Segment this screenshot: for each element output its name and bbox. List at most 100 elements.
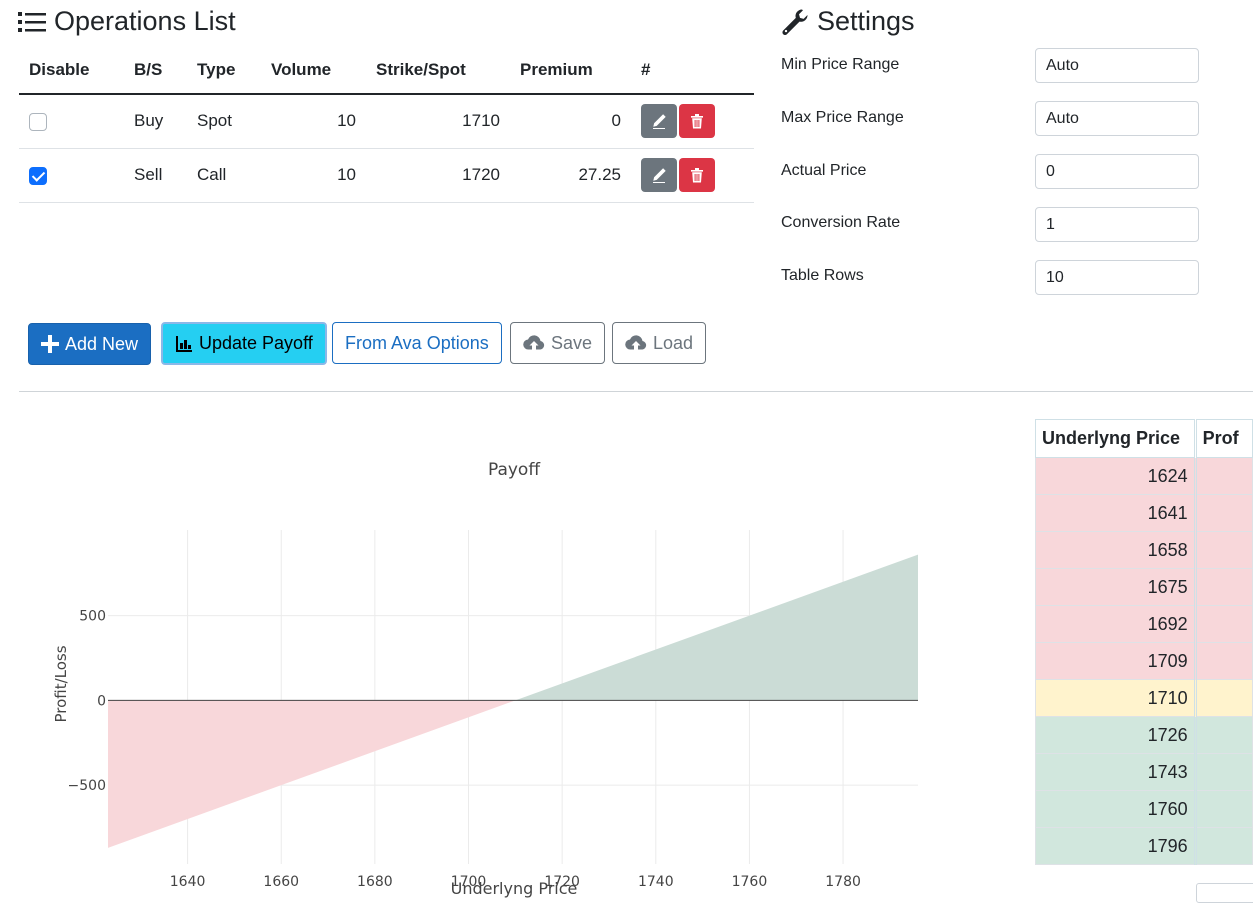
x-tick-label: 1780 [825,874,861,890]
load-button[interactable]: Load [612,322,707,364]
x-tick-label: 1760 [732,874,768,890]
underlying-price-cell: 1675 [1035,568,1196,606]
premium-cell: 0 [510,94,631,149]
actual-price-label: Actual Price [781,162,867,179]
table-rows-label: Table Rows [781,267,864,284]
from-ava-options-label: From Ava Options [345,332,489,353]
operations-title-heading: Operations List [18,6,236,37]
profit-cell [1193,531,1253,569]
edit-button[interactable] [641,104,677,139]
results-row: 1726 [1035,716,1253,754]
underlying-price-cell: 1692 [1035,605,1196,643]
min-price-input[interactable] [1035,48,1199,83]
y-tick-label: −500 [68,778,106,794]
disable-checkbox[interactable] [29,112,47,131]
min-price-label: Min Price Range [781,56,900,73]
results-row: 1641 [1035,494,1253,532]
floating-control[interactable] [1196,883,1253,903]
col-premium: Premium [510,46,631,95]
strike-cell: 1710 [366,94,510,149]
settings-title: Settings [817,6,915,36]
strike-cell: 1720 [366,148,510,203]
bs-cell: Sell [124,148,187,203]
results-row: 1709 [1035,642,1253,680]
profit-cell [1193,457,1253,495]
actual-price-input[interactable] [1035,154,1199,189]
results-row: 1710 [1035,679,1253,717]
x-tick-label: 1640 [170,874,206,890]
profit-area [515,554,918,701]
cloud-download-icon [625,335,647,350]
y-tick-label: 0 [97,693,106,709]
operations-panel: Operations List [18,6,236,37]
x-tick-label: 1680 [357,874,393,890]
profit-cell [1193,679,1253,717]
results-row: 1675 [1035,568,1253,606]
load-label: Load [653,332,694,353]
chart-areas [108,554,918,848]
payoff-results-table: Underlyng Price Prof 1624 1641 1658 1675 169… [1035,419,1253,865]
underlying-price-cell: 1796 [1035,827,1196,865]
underlying-price-cell: 1641 [1035,494,1196,532]
add-new-button[interactable]: Add New [28,323,152,365]
col-volume: Volume [261,46,366,95]
conversion-rate-input[interactable] [1035,207,1199,242]
delete-button[interactable] [679,104,715,139]
trash-icon [691,114,703,129]
loss-area [108,700,516,848]
col-bs: B/S [124,46,187,95]
table-row: Buy Spot 10 1710 0 [19,94,754,149]
col-profit: Prof [1193,419,1253,458]
settings-title-heading: Settings [781,6,915,37]
x-tick-label: 1740 [638,874,674,890]
results-row: 1760 [1035,790,1253,828]
results-row: 1743 [1035,753,1253,791]
col-disable: Disable [19,46,124,95]
save-button[interactable]: Save [510,322,606,364]
underlying-price-cell: 1743 [1035,753,1196,791]
results-header-row: Underlyng Price Prof [1035,419,1253,458]
results-row: 1658 [1035,531,1253,569]
profit-cell [1193,716,1253,754]
conversion-rate-label: Conversion Rate [781,214,901,231]
profit-cell [1193,605,1253,643]
cloud-upload-icon [523,335,545,350]
pencil-icon [653,168,666,183]
profit-cell [1193,827,1253,865]
actions-cell [631,94,754,149]
disable-checkbox-checked[interactable] [29,166,47,185]
bar-chart-icon [176,335,192,352]
plus-icon [41,335,59,353]
update-payoff-label: Update Payoff [199,333,313,353]
add-new-label: Add New [65,333,139,354]
table-rows-input[interactable] [1035,260,1199,295]
profit-cell [1193,642,1253,680]
results-row: 1624 [1035,457,1253,495]
results-row: 1796 [1035,827,1253,865]
underlying-price-cell: 1658 [1035,531,1196,569]
underlying-price-cell: 1709 [1035,642,1196,680]
underlying-price-cell: 1624 [1035,457,1196,495]
profit-cell [1193,568,1253,606]
max-price-input[interactable] [1035,101,1199,136]
x-tick-label: 1660 [263,874,299,890]
underlying-price-cell: 1710 [1035,679,1196,717]
table-row: Sell Call 10 1720 27.25 [19,148,754,203]
list-icon [18,11,46,32]
actions-cell [631,148,754,203]
premium-cell: 27.25 [510,148,631,203]
trash-icon [691,168,703,183]
section-divider [19,391,1253,392]
from-ava-options-button[interactable]: From Ava Options [332,322,502,364]
edit-button[interactable] [641,158,677,192]
delete-button[interactable] [679,158,715,192]
update-payoff-button[interactable]: Update Payoff [161,322,327,365]
bs-cell: Buy [124,94,187,149]
max-price-label: Max Price Range [781,109,904,126]
operations-title: Operations List [54,6,236,36]
col-strike: Strike/Spot [366,46,510,95]
volume-cell: 10 [261,94,366,149]
wrench-icon [782,9,808,35]
y-tick-label: 500 [79,609,106,625]
profit-cell [1193,790,1253,828]
